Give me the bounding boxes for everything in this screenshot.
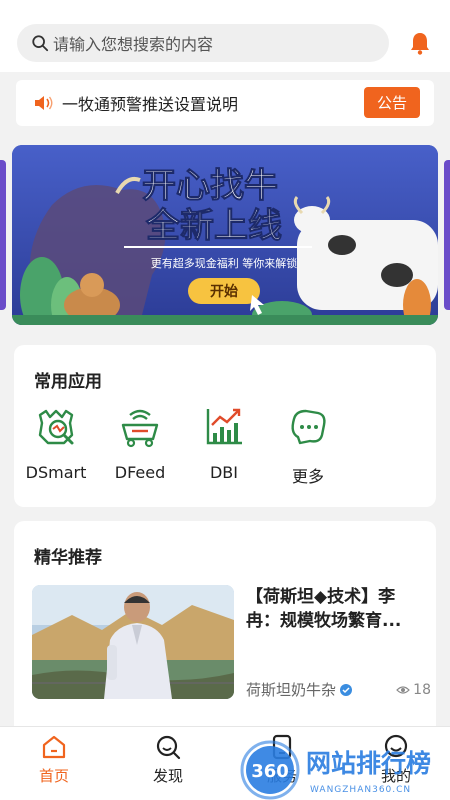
app-dfeed[interactable]: DFeed bbox=[100, 405, 180, 482]
app-label-more: 更多 bbox=[291, 467, 324, 486]
view-count: 18 bbox=[396, 682, 431, 698]
search-input[interactable]: 请输入您想搜索的内容 bbox=[17, 24, 389, 62]
verified-icon bbox=[340, 683, 353, 696]
home-icon bbox=[42, 735, 66, 759]
app-label-dbi: DBI bbox=[209, 463, 238, 482]
banner-start-button[interactable]: 开始 bbox=[188, 278, 260, 304]
featured-card: 精华推荐 【荷斯坦◆技术】李冉：规模牧场繁育... 荷斯坦奶牛杂 18 bbox=[14, 521, 436, 741]
search-icon bbox=[32, 35, 49, 52]
top-bar: 请输入您想搜索的内容 bbox=[0, 0, 450, 72]
announcement-button[interactable]: 公告 bbox=[364, 87, 420, 118]
tab-discover[interactable]: 发现 bbox=[138, 733, 198, 786]
featured-title: 精华推荐 bbox=[34, 548, 102, 568]
bell-icon[interactable] bbox=[409, 31, 431, 55]
dbi-chart-icon bbox=[206, 408, 242, 445]
common-apps-title: 常用应用 bbox=[34, 372, 102, 392]
more-chat-icon bbox=[291, 409, 326, 445]
dsmart-icon bbox=[38, 409, 74, 445]
app-dsmart[interactable]: DSmart bbox=[16, 405, 96, 482]
banner-subtitle: 更有超多现金福利 等你来解锁 bbox=[151, 256, 298, 270]
carousel-prev-peek bbox=[0, 160, 6, 310]
tab-home[interactable]: 首页 bbox=[24, 733, 84, 786]
notice-text: 一牧通预警推送设置说明 bbox=[62, 95, 239, 114]
banner-title-line1: 开心找牛 bbox=[142, 166, 278, 206]
speaker-icon bbox=[35, 96, 53, 110]
app-dbi[interactable]: DBI bbox=[184, 405, 264, 482]
app-label-dsmart: DSmart bbox=[25, 463, 87, 482]
watermark-url: WANGZHAN360.CN bbox=[310, 785, 411, 795]
watermark-badge: 360 bbox=[251, 761, 289, 782]
promo-banner[interactable]: 开心找牛 全新上线 更有超多现金福利 等你来解锁 开始 bbox=[12, 145, 438, 325]
search-placeholder: 请输入您想搜索的内容 bbox=[53, 35, 214, 54]
tab-label-discover: 发现 bbox=[152, 767, 183, 785]
article-source: 荷斯坦奶牛杂 bbox=[246, 681, 337, 699]
common-apps-card: 常用应用 DSmart DFeed DBI 更多 bbox=[14, 345, 436, 507]
watermark-logo: 360 网站排行榜 WANGZHAN360.CN bbox=[240, 740, 431, 800]
notice-bar[interactable]: 一牧通预警推送设置说明 公告 bbox=[16, 80, 434, 126]
article-thumbnail[interactable] bbox=[32, 585, 234, 699]
view-count-value: 18 bbox=[413, 681, 431, 698]
article-title[interactable]: 【荷斯坦◆技术】李冉：规模牧场繁育... bbox=[246, 585, 426, 633]
eye-icon bbox=[396, 685, 411, 694]
banner-title-line2: 全新上线 bbox=[145, 206, 282, 246]
watermark-brand: 网站排行榜 bbox=[306, 749, 431, 778]
app-more[interactable]: 更多 bbox=[268, 405, 348, 487]
tab-label-home: 首页 bbox=[38, 767, 69, 785]
banner-start-label: 开始 bbox=[210, 283, 238, 300]
article-meta: 荷斯坦奶牛杂 18 bbox=[246, 679, 431, 700]
dfeed-icon bbox=[121, 409, 159, 448]
carousel-next-peek bbox=[444, 160, 450, 310]
discover-icon bbox=[156, 735, 181, 760]
app-label-dfeed: DFeed bbox=[114, 463, 166, 482]
